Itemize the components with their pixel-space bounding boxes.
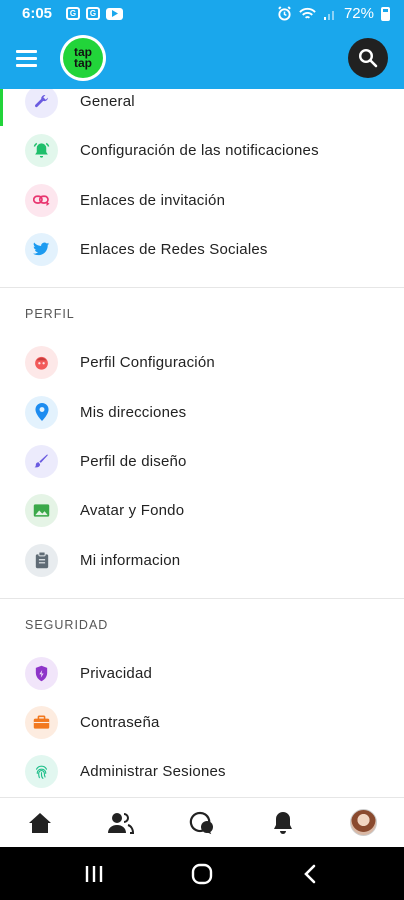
settings-item-label: Enlaces de Redes Sociales xyxy=(80,241,268,259)
settings-item-my-info[interactable]: Mi informacion xyxy=(0,535,404,584)
settings-item-label: Contraseña xyxy=(80,714,160,732)
clipboard-icon xyxy=(25,543,58,577)
status-right: 72% xyxy=(277,5,390,22)
bottom-nav xyxy=(0,797,404,847)
image-icon xyxy=(25,494,58,528)
settings-item-sessions[interactable]: Administrar Sesiones xyxy=(0,747,404,796)
bell-icon xyxy=(273,811,292,834)
nav-people-button[interactable] xyxy=(101,803,141,843)
settings-item-label: Perfil Configuración xyxy=(80,354,215,372)
section-header-seguridad: SEGURIDAD xyxy=(25,617,109,632)
settings-item-password[interactable]: Contraseña xyxy=(0,698,404,747)
settings-item-profile-config[interactable]: Perfil Configuración xyxy=(0,338,404,387)
settings-item-profile-design[interactable]: Perfil de diseño xyxy=(0,437,404,486)
settings-item-label: Enlaces de invitación xyxy=(80,191,226,209)
chat-icon xyxy=(189,811,213,834)
search-button[interactable] xyxy=(348,38,388,78)
home-icon xyxy=(29,812,52,833)
app-bar: tap tap xyxy=(0,27,404,89)
hamburger-icon-line xyxy=(16,56,37,60)
youtube-icon xyxy=(106,7,124,20)
section-seguridad: SEGURIDAD Privacidad Contraseña Administ… xyxy=(0,599,404,797)
settings-item-avatar-background[interactable]: Avatar y Fondo xyxy=(0,486,404,535)
screen: 6:05 G G 72% tap tap General Configuraci… xyxy=(0,0,404,900)
back-button[interactable] xyxy=(290,854,330,894)
settings-list: General Configuración de las notificacio… xyxy=(0,89,404,797)
hamburger-icon-line xyxy=(16,49,37,53)
nav-home-button[interactable] xyxy=(20,803,60,843)
notification-app-icon: G xyxy=(66,7,81,20)
recents-icon xyxy=(85,865,103,882)
settings-item-label: Perfil de diseño xyxy=(80,452,187,470)
system-nav-bar xyxy=(0,847,404,900)
settings-item-invite-links[interactable]: Enlaces de invitación xyxy=(0,176,404,225)
alarm-icon xyxy=(278,6,291,21)
app-logo[interactable]: tap tap xyxy=(60,35,106,81)
menu-button[interactable] xyxy=(16,43,46,73)
active-indicator xyxy=(0,89,3,126)
battery-icon xyxy=(381,6,390,21)
settings-item-addresses[interactable]: Mis direcciones xyxy=(0,387,404,436)
invite-link-icon xyxy=(25,183,58,217)
settings-item-label: Configuración de las notificaciones xyxy=(80,142,319,160)
wifi-icon xyxy=(299,7,316,19)
twitter-icon xyxy=(25,233,58,267)
profile-face-icon xyxy=(25,346,58,380)
bell-ring-icon xyxy=(25,134,58,168)
briefcase-icon xyxy=(25,706,58,740)
signal-icon xyxy=(323,10,334,20)
settings-item-label: Avatar y Fondo xyxy=(80,502,185,520)
settings-item-label: Mis direcciones xyxy=(80,403,187,421)
back-icon xyxy=(304,864,316,883)
wrench-icon xyxy=(25,89,58,119)
recents-button[interactable] xyxy=(74,854,114,894)
section-general: General Configuración de las notificacio… xyxy=(0,89,404,289)
settings-item-privacy[interactable]: Privacidad xyxy=(0,649,404,698)
search-icon xyxy=(358,48,378,68)
settings-item-general[interactable]: General xyxy=(0,89,404,126)
nav-profile-button[interactable] xyxy=(344,803,384,843)
settings-item-label: Privacidad xyxy=(80,664,153,682)
section-perfil: PERFIL Perfil Configuración Mis direccio… xyxy=(0,288,404,599)
status-bar: 6:05 G G 72% xyxy=(0,0,404,27)
notification-app-icon: G xyxy=(86,7,101,20)
nav-chat-button[interactable] xyxy=(182,803,222,843)
status-time: 6:05 xyxy=(22,5,53,22)
settings-item-label: General xyxy=(80,93,135,111)
settings-item-notifications[interactable]: Configuración de las notificaciones xyxy=(0,126,404,175)
fingerprint-icon xyxy=(25,755,58,789)
settings-item-social-links[interactable]: Enlaces de Redes Sociales xyxy=(0,225,404,274)
settings-item-label: Administrar Sesiones xyxy=(80,763,226,781)
location-pin-icon xyxy=(25,395,58,429)
home-circle-icon xyxy=(191,863,213,884)
logo-icon: tap tap xyxy=(63,38,103,78)
section-header-perfil: PERFIL xyxy=(25,307,75,322)
hamburger-icon-line xyxy=(16,63,37,67)
brush-icon xyxy=(25,444,58,478)
battery-percent: 72% xyxy=(343,5,374,22)
shield-icon xyxy=(25,656,58,690)
nav-notifications-button[interactable] xyxy=(263,803,303,843)
settings-item-label: Mi informacion xyxy=(80,551,181,569)
people-icon xyxy=(108,812,135,834)
home-system-button[interactable] xyxy=(182,854,222,894)
avatar xyxy=(350,809,378,836)
